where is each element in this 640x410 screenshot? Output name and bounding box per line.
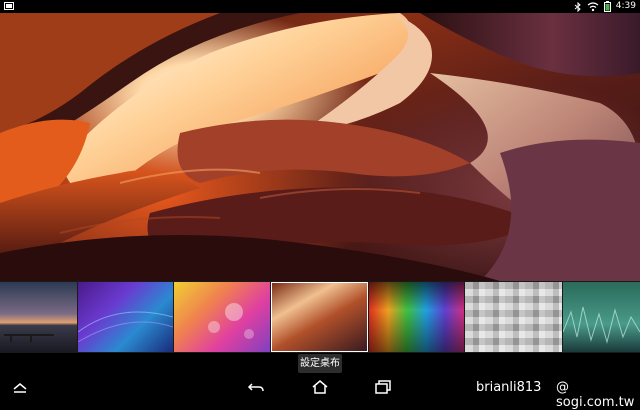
wallpaper-thumbnail-strip [0, 281, 640, 353]
wallpaper-preview [0, 13, 640, 281]
status-bar: 4:39 [0, 0, 640, 13]
thumb-gray-mosaic[interactable] [465, 282, 562, 352]
battery-icon [603, 1, 611, 12]
menu-up-icon[interactable] [11, 379, 29, 395]
bluetooth-icon [574, 1, 581, 12]
thumb-antelope-canyon[interactable] [271, 282, 368, 352]
back-icon[interactable] [247, 379, 265, 395]
watermark-user: brianli813 [476, 380, 542, 395]
watermark-site: @ sogi.com.tw [556, 380, 635, 410]
clock: 4:39 [615, 1, 636, 11]
thumb-sunset-pier[interactable] [0, 282, 77, 352]
thumb-pink-bokeh[interactable] [174, 282, 270, 352]
thumb-green-lines[interactable] [563, 282, 640, 352]
set-wallpaper-button[interactable]: 設定桌布 [298, 354, 342, 373]
navigation-bar [0, 375, 640, 400]
wifi-icon [587, 1, 599, 11]
recent-apps-icon[interactable] [374, 379, 392, 395]
thumb-blue-waves[interactable] [78, 282, 173, 352]
home-icon[interactable] [311, 379, 329, 395]
thumb-color-bars[interactable] [369, 282, 464, 352]
screenshot-icon [4, 2, 14, 10]
